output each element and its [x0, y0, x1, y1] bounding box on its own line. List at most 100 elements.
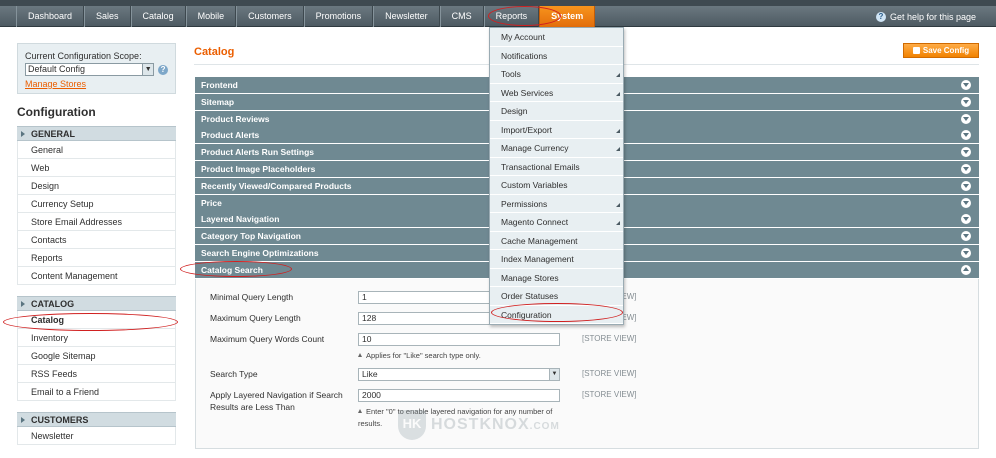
submenu-arrow-icon [616, 128, 620, 133]
help-icon[interactable]: ? [158, 64, 168, 75]
sidebar-item-newsletter[interactable]: Newsletter [17, 427, 176, 445]
field-note: Applies for "Like" search type only. [358, 350, 573, 362]
sidebar-item-general[interactable]: General [17, 141, 176, 159]
triangle-right-icon [21, 301, 25, 307]
menu-item-web-services[interactable]: Web Services [490, 84, 623, 102]
menu-item-permissions[interactable]: Permissions [490, 195, 623, 213]
menu-item-label: Tools [501, 69, 521, 79]
sidebar-item-content-management[interactable]: Content Management [17, 267, 176, 285]
submenu-arrow-icon [616, 202, 620, 207]
save-config-button[interactable]: Save Config [903, 43, 979, 58]
field-note-text: Applies for "Like" search type only. [366, 350, 481, 360]
expand-icon [961, 231, 971, 242]
field-value: 1 [362, 291, 367, 302]
expand-icon [961, 163, 971, 174]
menu-item-label: Transactional Emails [501, 161, 580, 172]
menu-item-design[interactable]: Design [490, 102, 623, 121]
field-scope: [STORE VIEW] [582, 389, 637, 399]
expand-icon [961, 214, 971, 225]
nav-item-system[interactable]: System [539, 6, 596, 27]
sidebar-item-inventory[interactable]: Inventory [17, 329, 176, 347]
sidebar-item-reports[interactable]: Reports [17, 249, 176, 267]
nav-item-dashboard[interactable]: Dashboard [16, 6, 85, 27]
menu-item-order-statuses[interactable]: Order Statuses [490, 287, 623, 306]
nav-item-promotions[interactable]: Promotions [303, 6, 374, 27]
triangle-right-icon [21, 417, 25, 423]
triangle-right-icon [21, 131, 25, 137]
group-head-general[interactable]: GENERAL [17, 126, 176, 141]
nav-item-catalog[interactable]: Catalog [130, 6, 186, 27]
menu-item-configuration[interactable]: Configuration [490, 306, 623, 324]
menu-item-label: Manage Stores [501, 272, 559, 283]
scope-select[interactable]: Default Config ▼ [25, 63, 155, 76]
group-head-catalog[interactable]: CATALOG [17, 296, 176, 311]
triangle-up-icon [358, 352, 362, 357]
menu-item-cache-management[interactable]: Cache Management [490, 232, 623, 250]
sidebar-item-design[interactable]: Design [17, 177, 176, 195]
menu-item-import-export[interactable]: Import/Export [490, 121, 623, 139]
submenu-arrow-icon [616, 147, 620, 151]
sidebar-item-contacts[interactable]: Contacts [17, 231, 176, 249]
help-text: Get help for this page [889, 11, 976, 22]
chevron-down-icon: ▼ [142, 64, 154, 75]
sidebar-item-catalog[interactable]: Catalog [17, 311, 176, 329]
field-value: 128 [362, 312, 377, 323]
menu-item-label: Index Management [501, 254, 574, 264]
expand-icon [961, 247, 971, 258]
menu-item-label: Custom Variables [501, 180, 568, 190]
menu-item-label: Web Services [501, 87, 554, 98]
menu-item-my-account[interactable]: My Account [490, 28, 623, 47]
sidebar-item-email-to-a-friend[interactable]: Email to a Friend [17, 383, 176, 401]
scope-selected-value: Default Config [28, 64, 86, 74]
sidebar-item-store-email-addresses[interactable]: Store Email Addresses [17, 213, 176, 231]
menu-item-tools[interactable]: Tools [490, 65, 623, 84]
field-input-apply-layered-navigation-if-se[interactable]: 2000 [358, 388, 560, 402]
menu-item-magento-connect[interactable]: Magento Connect [490, 213, 623, 232]
section-title: Sitemap [201, 96, 235, 107]
expand-icon [961, 80, 971, 90]
group-head-label: CUSTOMERS [31, 415, 89, 425]
nav-item-mobile[interactable]: Mobile [185, 6, 237, 27]
nav-item-cms[interactable]: CMS [439, 6, 484, 27]
config-title: Configuration [17, 105, 96, 119]
chevron-down-icon: ▼ [549, 368, 559, 380]
submenu-arrow-icon [616, 221, 620, 225]
nav-item-customers[interactable]: Customers [236, 6, 304, 27]
field-label: Maximum Query Length [210, 312, 301, 323]
menu-item-transactional-emails[interactable]: Transactional Emails [490, 158, 623, 176]
field-label: Apply Layered Navigation if Search Resul… [210, 389, 343, 412]
sidebar-item-rss-feeds[interactable]: RSS Feeds [17, 365, 176, 383]
search-type-select[interactable]: Like ▼ [358, 367, 560, 381]
sidebar-item-web[interactable]: Web [17, 159, 176, 177]
system-menu-dropdown: My Account Notifications Tools Web Services… [489, 27, 624, 325]
scope-box: Current Configuration Scope: Default Con… [17, 43, 176, 94]
expand-icon [961, 147, 971, 158]
left-nav: GENERAL General Web Design Currency Setup Sto… [17, 126, 176, 445]
nav-item-reports[interactable]: Reports [483, 6, 540, 27]
expand-icon [961, 180, 971, 191]
group-head-customers[interactable]: CUSTOMERS [17, 412, 176, 427]
section-title: Frontend [201, 80, 238, 90]
question-circle-icon: ? [875, 11, 886, 22]
menu-item-notifications[interactable]: Notifications [490, 47, 623, 65]
save-config-label: Save Config [922, 46, 970, 55]
field-label: Search Type [210, 368, 258, 379]
field-input-maximum-query-words-count[interactable]: 10 [358, 332, 560, 346]
help-link[interactable]: ? Get help for this page [875, 6, 976, 27]
menu-item-custom-variables[interactable]: Custom Variables [490, 176, 623, 195]
expand-icon [961, 96, 971, 107]
sidebar-item-google-sitemap[interactable]: Google Sitemap [17, 347, 176, 365]
expand-icon [961, 113, 971, 124]
menu-item-manage-stores[interactable]: Manage Stores [490, 269, 623, 287]
watermark-text: HOSTKNOX.COM [431, 416, 560, 433]
sidebar-item-currency-setup[interactable]: Currency Setup [17, 195, 176, 213]
menu-item-index-management[interactable]: Index Management [490, 250, 623, 269]
section-title: Recently Viewed/Compared Products [201, 180, 352, 191]
nav-item-sales[interactable]: Sales [84, 6, 131, 27]
menu-item-manage-currency[interactable]: Manage Currency [490, 139, 623, 158]
section-title: Catalog Search [201, 264, 263, 275]
manage-stores-link[interactable]: Manage Stores [25, 79, 86, 89]
field-value: Like [362, 368, 378, 379]
field-scope: [STORE VIEW] [582, 368, 637, 378]
nav-item-newsletter[interactable]: Newsletter [373, 6, 440, 27]
